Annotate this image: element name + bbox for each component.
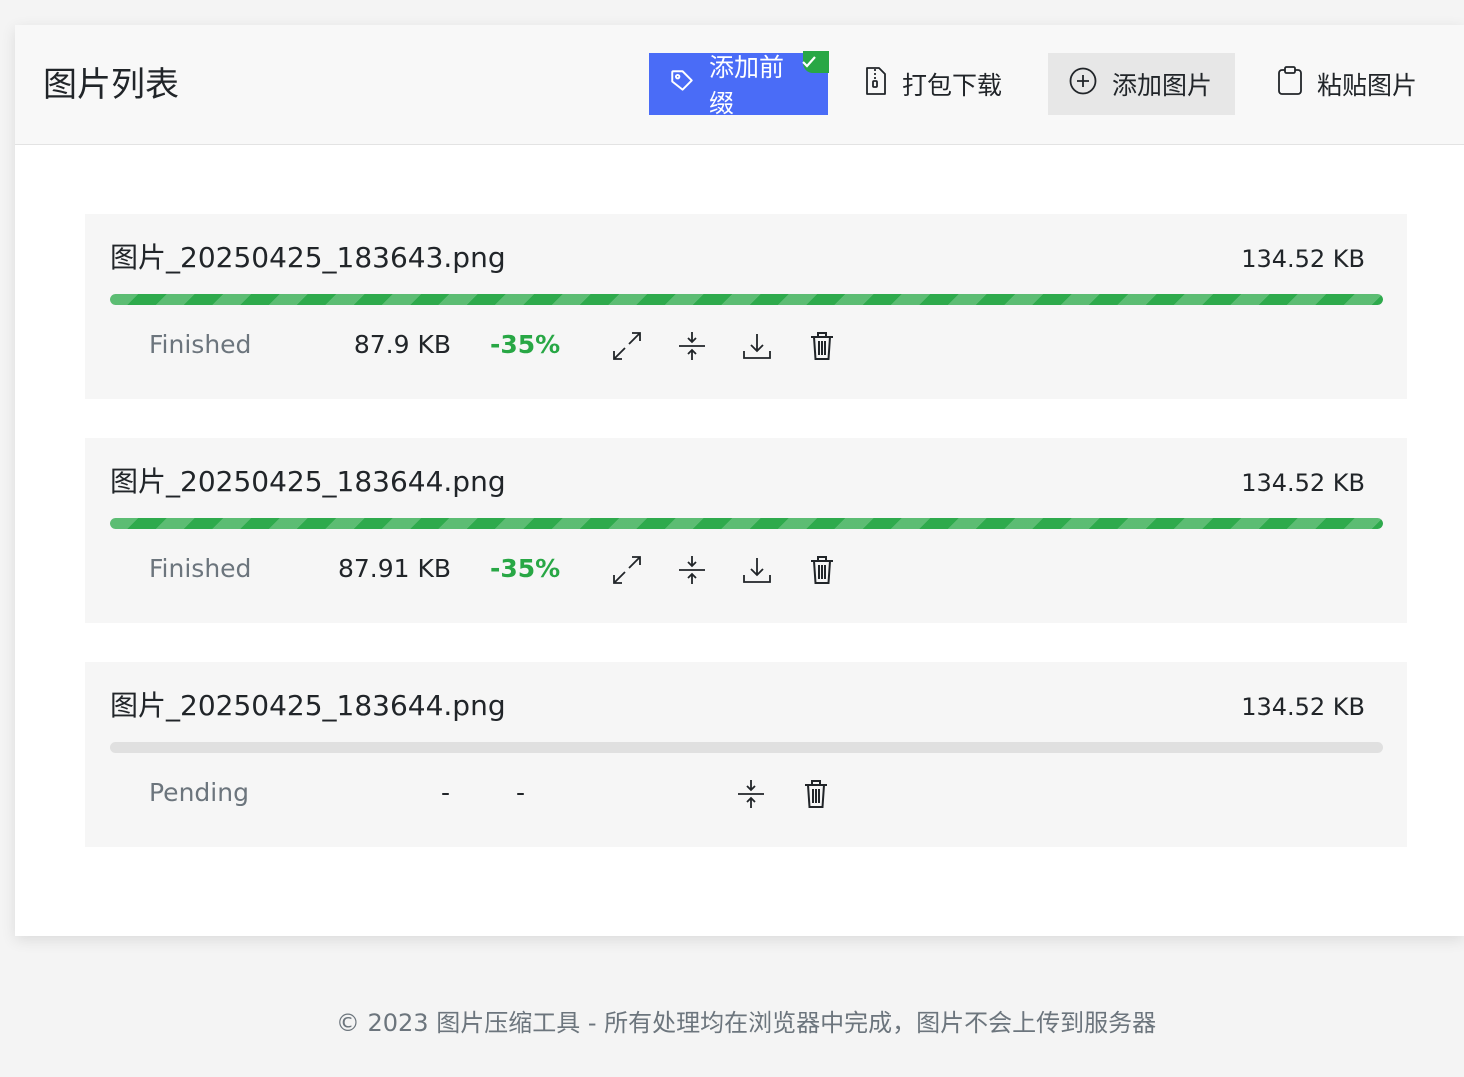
card-header: 图片列表 添加前缀 打包下载 添加图片 粘贴图片 xyxy=(15,25,1464,145)
pack-download-button[interactable]: 打包下载 xyxy=(844,53,1024,115)
paste-image-label: 粘贴图片 xyxy=(1317,71,1418,100)
download-icon xyxy=(743,558,771,583)
original-size: 134.52 KB xyxy=(1241,469,1365,497)
add-image-label: 添加图片 xyxy=(1112,71,1213,100)
image-item: 图片_20250425_183644.png 134.52 KB Pending… xyxy=(85,662,1407,847)
reduction-percent: -35% xyxy=(490,554,561,583)
progress-bar xyxy=(110,294,1383,305)
compress-icon xyxy=(679,332,705,360)
clipboard-icon xyxy=(1277,66,1317,102)
preview-button[interactable] xyxy=(610,553,644,587)
image-list-card: 图片列表 添加前缀 打包下载 添加图片 粘贴图片 图片_20250425_183… xyxy=(15,25,1464,936)
compress-icon xyxy=(738,780,764,808)
file-name: 图片_20250425_183644.png xyxy=(110,465,506,498)
trash-icon xyxy=(811,556,833,584)
progress-bar xyxy=(110,742,1383,753)
check-icon xyxy=(802,51,829,73)
image-item: 图片_20250425_183643.png 134.52 KB Finishe… xyxy=(85,214,1407,399)
download-button[interactable] xyxy=(740,553,774,587)
reduction-percent: -35% xyxy=(490,330,561,359)
paste-image-button[interactable]: 粘贴图片 xyxy=(1257,53,1462,115)
image-item: 图片_20250425_183644.png 134.52 KB Finishe… xyxy=(85,438,1407,623)
original-size: 134.52 KB xyxy=(1241,693,1365,721)
compress-button[interactable] xyxy=(675,329,709,363)
file-name: 图片_20250425_183643.png xyxy=(110,241,506,274)
preview-button[interactable] xyxy=(610,329,644,363)
progress-fill xyxy=(110,294,1383,305)
delete-button[interactable] xyxy=(805,329,839,363)
expand-icon xyxy=(613,332,641,360)
page-title: 图片列表 xyxy=(43,65,179,105)
add-prefix-label: 添加前缀 xyxy=(709,53,785,118)
compressed-size: 87.9 KB xyxy=(353,330,451,359)
status-text: Pending xyxy=(149,778,249,807)
download-button[interactable] xyxy=(740,329,774,363)
add-image-button[interactable]: 添加图片 xyxy=(1048,53,1235,115)
compress-icon xyxy=(679,556,705,584)
add-prefix-button[interactable]: 添加前缀 xyxy=(649,51,829,118)
plus-circle-icon xyxy=(1068,66,1112,102)
file-name: 图片_20250425_183644.png xyxy=(110,689,506,722)
reduction-percent: - xyxy=(516,778,526,807)
status-text: Finished xyxy=(149,330,252,359)
delete-button[interactable] xyxy=(799,777,833,811)
trash-icon xyxy=(805,780,827,808)
compress-button[interactable] xyxy=(675,553,709,587)
compressed-size: 87.91 KB xyxy=(337,554,451,583)
footer-text: © 2023 图片压缩工具 - 所有处理均在浏览器中完成，图片不会上传到服务器 xyxy=(335,1009,1157,1037)
delete-button[interactable] xyxy=(805,553,839,587)
status-text: Finished xyxy=(149,554,252,583)
progress-bar xyxy=(110,518,1383,529)
trash-icon xyxy=(811,332,833,360)
progress-fill xyxy=(110,518,1383,529)
zip-file-icon xyxy=(864,66,902,102)
download-icon xyxy=(743,334,771,359)
compressed-size: - xyxy=(441,778,451,807)
compress-button[interactable] xyxy=(734,777,768,811)
original-size: 134.52 KB xyxy=(1241,245,1365,273)
expand-icon xyxy=(613,556,641,584)
pack-download-label: 打包下载 xyxy=(902,71,1003,100)
tag-icon xyxy=(669,68,709,100)
